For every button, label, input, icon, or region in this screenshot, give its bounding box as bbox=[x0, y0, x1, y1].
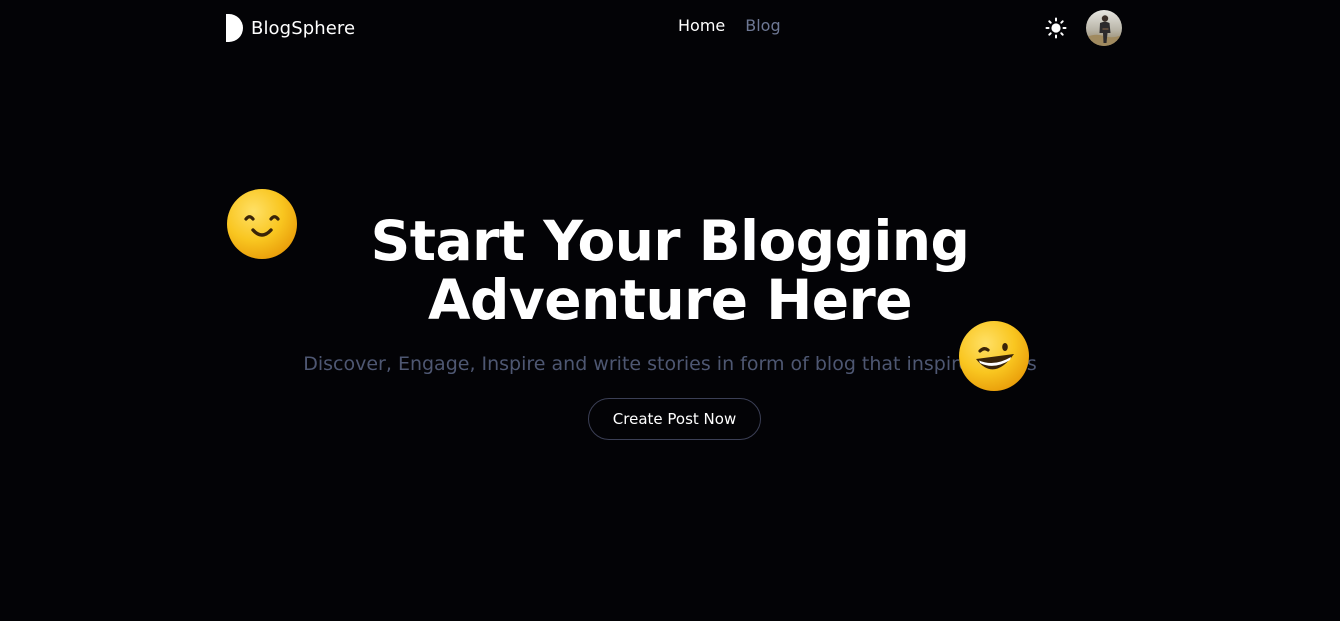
nav-link-home[interactable]: Home bbox=[678, 16, 725, 35]
avatar-photo bbox=[1086, 10, 1122, 46]
hero-title-line-2: Adventure Here bbox=[427, 268, 913, 332]
sun-icon[interactable] bbox=[1045, 17, 1067, 39]
navbar: BlogSphere Home Blog bbox=[0, 0, 1340, 56]
landing-page: BlogSphere Home Blog Start Your Blogging… bbox=[0, 0, 1340, 621]
user-avatar[interactable] bbox=[1086, 10, 1122, 46]
create-post-button[interactable]: Create Post Now bbox=[588, 398, 761, 440]
brand-name: BlogSphere bbox=[251, 17, 356, 39]
brand-link[interactable]: BlogSphere bbox=[226, 14, 355, 42]
brand-logo-icon bbox=[226, 14, 243, 42]
smiling-face-icon bbox=[227, 189, 297, 259]
hero-title-line-1: Start Your Blogging bbox=[370, 209, 970, 273]
main-nav: Home Blog bbox=[678, 16, 781, 35]
hero-subtitle: Discover, Engage, Inspire and write stor… bbox=[303, 353, 1037, 375]
hero-title: Start Your Blogging Adventure Here bbox=[0, 212, 1340, 330]
grinning-face-icon bbox=[959, 321, 1029, 391]
nav-link-blog[interactable]: Blog bbox=[745, 16, 780, 35]
